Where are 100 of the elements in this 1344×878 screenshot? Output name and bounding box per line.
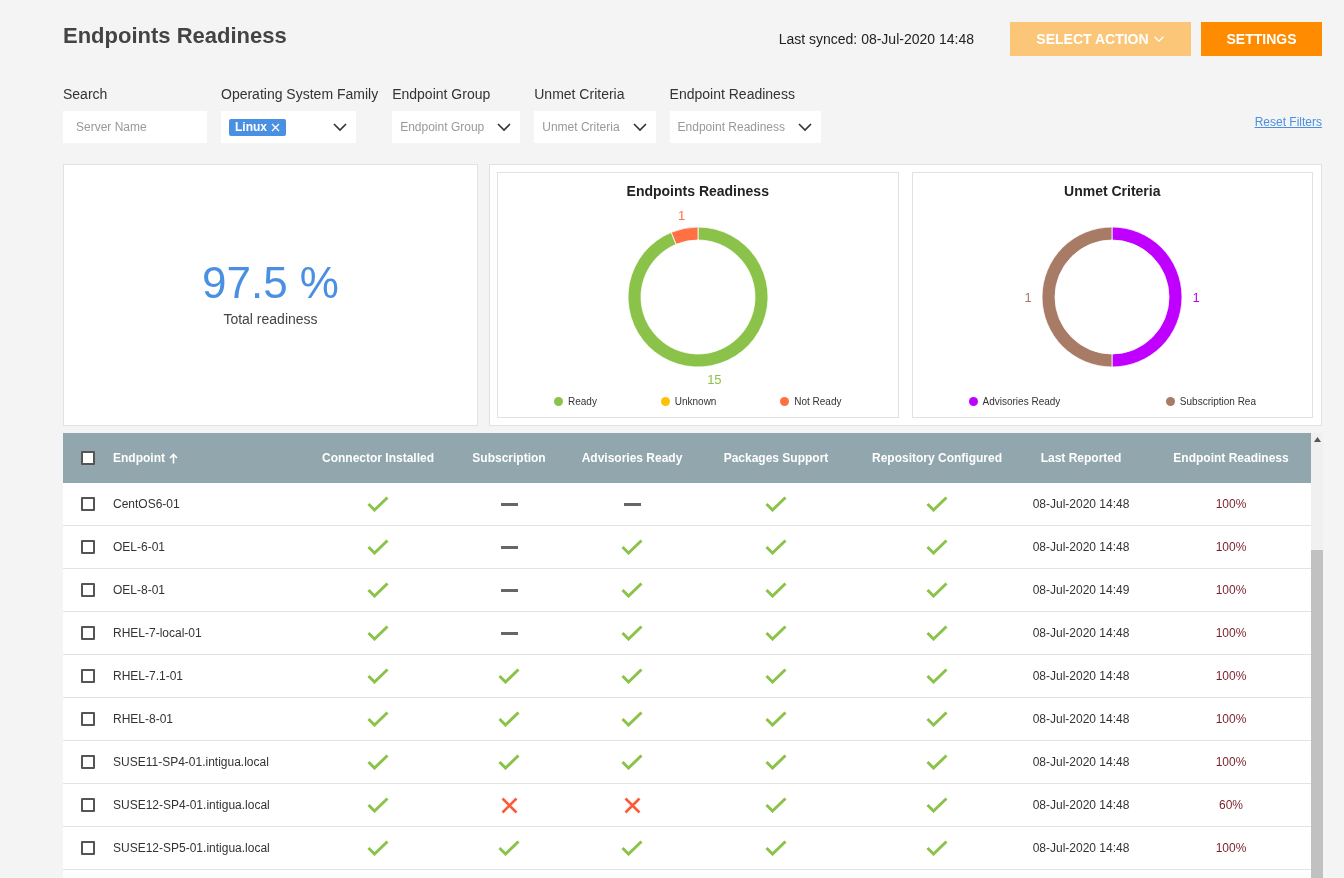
table-row[interactable]: SUSE12-SP5-01.intigua.local 08-Jul-2020 14:48 100%: [63, 827, 1311, 870]
settings-button[interactable]: SETTINGS: [1201, 22, 1322, 56]
column-header[interactable]: Last Reported: [1011, 449, 1151, 467]
column-header[interactable]: Endpoint Readiness: [1151, 449, 1311, 467]
checkbox[interactable]: [81, 712, 95, 726]
check-icon: [765, 754, 787, 770]
filter-dropdown[interactable]: Endpoint Readiness: [669, 111, 821, 143]
column-header[interactable]: Endpoint: [113, 449, 313, 467]
search-field[interactable]: Server Name: [63, 111, 207, 143]
check-icon: [926, 582, 948, 598]
table-row[interactable]: SUSE12-SP4-01.intigua.local 08-Jul-2020 14:48 60%: [63, 784, 1311, 827]
data-label: 15: [706, 372, 722, 388]
readiness-value: 100%: [1215, 582, 1247, 599]
filter-dropdown[interactable]: Unmet Criteria: [534, 111, 656, 143]
checkbox[interactable]: [81, 798, 95, 812]
readiness-value: 100%: [1215, 625, 1247, 642]
check-icon: [765, 711, 787, 727]
reset-filters-link[interactable]: Reset Filters: [1254, 113, 1322, 131]
filter-label: Endpoint Group: [392, 85, 492, 104]
readiness-value: 100%: [1215, 840, 1247, 857]
checkbox[interactable]: [81, 755, 95, 769]
column-header[interactable]: Packages Support: [689, 449, 863, 467]
check-icon: [498, 668, 520, 684]
table-row[interactable]: OEL-8-01 08-Jul-2020 14:49 100%: [63, 569, 1311, 612]
legend-label[interactable]: Advisories Ready: [982, 394, 1061, 409]
check-icon: [367, 582, 389, 598]
dash-icon: [500, 588, 518, 592]
check-icon: [621, 754, 643, 770]
filter-label: Search: [63, 85, 109, 104]
check-icon: [498, 840, 520, 856]
endpoint-name: OEL-6-01: [113, 540, 166, 554]
check-icon: [926, 625, 948, 641]
check-icon: [926, 668, 948, 684]
table-row[interactable]: RHEL-8-01 08-Jul-2020 14:48 100%: [63, 698, 1311, 741]
check-icon: [621, 539, 643, 555]
check-icon: [498, 711, 520, 727]
endpoint-name: RHEL-7.1-01: [113, 669, 184, 683]
endpoint-name: CentOS6-01: [113, 497, 180, 511]
filter-label: Unmet Criteria: [534, 85, 626, 104]
column-header[interactable]: Repository Configured: [863, 449, 1011, 467]
column-header[interactable]: Advisories Ready: [575, 449, 689, 467]
legend-label[interactable]: Ready: [568, 394, 597, 409]
close-icon[interactable]: [271, 122, 280, 132]
table-row[interactable]: RHEL-7.1-01 08-Jul-2020 14:48 100%: [63, 655, 1311, 698]
filter-chip[interactable]: Linux: [229, 118, 286, 136]
check-icon: [926, 840, 948, 856]
table-cell-text: 08-Jul-2020 14:48: [1032, 625, 1130, 642]
data-label: 1: [1192, 290, 1200, 305]
check-icon: [621, 711, 643, 727]
check-icon: [367, 668, 389, 684]
check-icon: [926, 711, 948, 727]
table-row[interactable]: RHEL-7-local-01 08-Jul-2020 14:48 100%: [63, 612, 1311, 655]
table-cell-text: 08-Jul-2020 14:49: [1032, 582, 1130, 599]
table-cell-text: 08-Jul-2020 14:48: [1032, 539, 1130, 556]
check-icon: [621, 840, 643, 856]
column-header[interactable]: Connector Installed: [313, 449, 443, 467]
legend-label[interactable]: Unknown: [674, 394, 717, 409]
dropdown-placeholder: Endpoint Group: [400, 119, 485, 136]
chart-title: Endpoints Readiness: [626, 182, 769, 201]
table-cell-text: 08-Jul-2020 14:48: [1032, 668, 1130, 685]
check-icon: [367, 539, 389, 555]
table-row[interactable]: SUSE11-SP4-01.intigua.local 08-Jul-2020 14:48 100%: [63, 741, 1311, 784]
endpoint-name: SUSE12-SP5-01.intigua.local: [113, 841, 270, 855]
filter-dropdown[interactable]: Linux: [221, 111, 356, 143]
endpoint-name: RHEL-8-01: [113, 712, 174, 726]
checkbox[interactable]: [81, 451, 95, 465]
table-cell-text: 08-Jul-2020 14:48: [1032, 840, 1130, 857]
table-row[interactable]: CentOS6-01 08-Jul-2020 14:48 100%: [63, 483, 1311, 526]
scrollbar[interactable]: [1311, 433, 1323, 878]
readiness-percentage: 97.5 %: [202, 260, 339, 305]
table-cell-text: 08-Jul-2020 14:48: [1032, 496, 1130, 513]
checkbox[interactable]: [81, 583, 95, 597]
checkbox[interactable]: [81, 626, 95, 640]
column-header[interactable]: Subscription: [443, 449, 575, 467]
readiness-value: 100%: [1215, 496, 1247, 513]
data-label: 1: [1024, 290, 1032, 305]
check-icon: [367, 625, 389, 641]
endpoint-name: SUSE12-SP4-01.intigua.local: [113, 798, 270, 812]
checkbox[interactable]: [81, 497, 95, 511]
check-icon: [765, 625, 787, 641]
table-cell-text: 08-Jul-2020 14:48: [1032, 754, 1130, 771]
legend-label[interactable]: Subscription Rea: [1179, 394, 1256, 409]
checkbox[interactable]: [81, 669, 95, 683]
check-icon: [621, 582, 643, 598]
filter-label: Operating System Family: [221, 85, 379, 104]
table-row[interactable]: OEL-6-01 08-Jul-2020 14:48 100%: [63, 526, 1311, 569]
check-icon: [367, 797, 389, 813]
check-icon: [367, 496, 389, 512]
check-icon: [926, 539, 948, 555]
filter-dropdown[interactable]: Endpoint Group: [392, 111, 521, 143]
check-icon: [765, 582, 787, 598]
dash-icon: [500, 502, 518, 506]
legend-label[interactable]: Not Ready: [794, 394, 842, 409]
cross-icon: [623, 796, 641, 814]
check-icon: [765, 668, 787, 684]
checkbox[interactable]: [81, 540, 95, 554]
readiness-value: 100%: [1215, 711, 1247, 728]
check-icon: [765, 797, 787, 813]
checkbox[interactable]: [81, 841, 95, 855]
scroll-up-icon[interactable]: [1313, 437, 1321, 442]
